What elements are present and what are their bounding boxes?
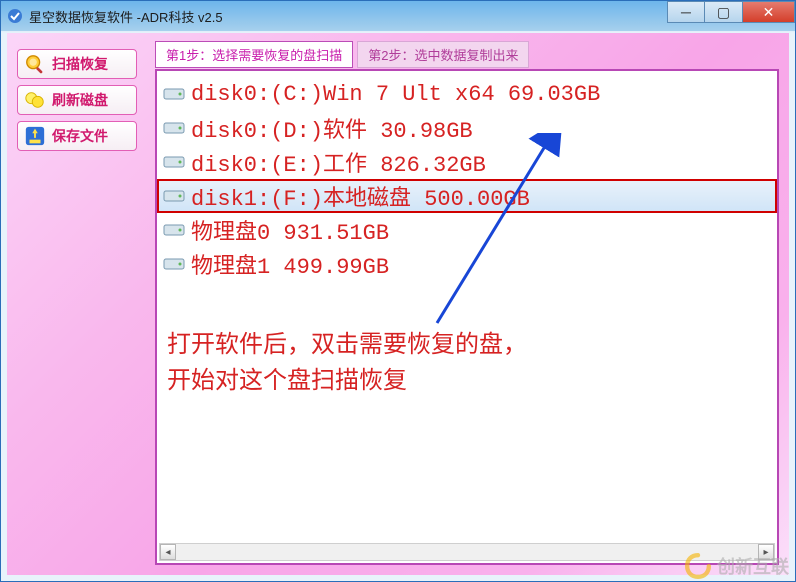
hdd-icon [163,256,185,272]
scroll-right-button[interactable]: ▸ [758,544,774,560]
main-panel: disk0:(C:)Win 7 Ult x64 69.03GB disk0:(D:… [155,69,779,565]
tabs: 第1步：选择需要恢复的盘扫描 第2步：选中数据复制出来 [155,41,529,68]
drive-text: disk0:(E:)工作 826.32GB [191,146,486,178]
instruction-line: 开始对这个盘扫描恢复 [167,363,527,399]
app-icon [7,8,23,24]
client-area: 扫描恢复 刷新磁盘 保存文件 第1步：选择需要恢复的盘扫描 [7,33,789,575]
tab-step2[interactable]: 第2步：选中数据复制出来 [357,41,529,68]
hdd-icon [163,222,185,238]
magnifier-icon [24,53,46,75]
hdd-icon [163,188,185,204]
drive-row[interactable]: disk0:(E:)工作 826.32GB [157,145,777,179]
drive-row[interactable]: 物理盘1 499.99GB [157,247,777,281]
sidebar: 扫描恢复 刷新磁盘 保存文件 [13,43,143,157]
sidebar-item-label: 刷新磁盘 [52,90,108,110]
drive-row[interactable]: disk0:(C:)Win 7 Ult x64 69.03GB [157,77,777,111]
hdd-icon [163,154,185,170]
drive-row[interactable]: 物理盘0 931.51GB [157,213,777,247]
window-title: 星空数据恢复软件 -ADR科技 v2.5 [29,7,223,26]
tab-label: 第1步：选择需要恢复的盘扫描 [166,48,342,63]
drive-row[interactable]: disk0:(D:)软件 30.98GB [157,111,777,145]
tab-label: 第2步：选中数据复制出来 [368,48,518,63]
drive-text: disk1:(F:)本地磁盘 500.00GB [191,180,530,212]
instruction-text: 打开软件后，双击需要恢复的盘， 开始对这个盘扫描恢复 [167,327,527,399]
app-window: 星空数据恢复软件 -ADR科技 v2.5 ─ ▢ ✕ 扫描恢复 [0,0,796,582]
hdd-icon [163,86,185,102]
save-icon [24,125,46,147]
refresh-icon [24,89,46,111]
drive-list: disk0:(C:)Win 7 Ult x64 69.03GB disk0:(D:… [157,71,777,287]
drive-text: 物理盘0 931.51GB [191,214,389,246]
window-controls: ─ ▢ ✕ [667,1,795,23]
sidebar-item-label: 保存文件 [52,126,108,146]
horizontal-scrollbar[interactable]: ◂ ▸ [159,543,775,561]
scroll-left-button[interactable]: ◂ [160,544,176,560]
drive-row[interactable]: disk1:(F:)本地磁盘 500.00GB [157,179,777,213]
instruction-line: 打开软件后，双击需要恢复的盘， [167,327,527,363]
scan-recover-button[interactable]: 扫描恢复 [17,49,137,79]
drive-text: 物理盘1 499.99GB [191,248,389,280]
titlebar: 星空数据恢复软件 -ADR科技 v2.5 ─ ▢ ✕ [1,1,795,31]
sidebar-item-label: 扫描恢复 [52,54,108,74]
drive-text: disk0:(C:)Win 7 Ult x64 69.03GB [191,82,600,107]
drive-text: disk0:(D:)软件 30.98GB [191,112,473,144]
hdd-icon [163,120,185,136]
maximize-button[interactable]: ▢ [705,1,743,23]
save-file-button[interactable]: 保存文件 [17,121,137,151]
refresh-disk-button[interactable]: 刷新磁盘 [17,85,137,115]
minimize-button[interactable]: ─ [667,1,705,23]
tab-step1[interactable]: 第1步：选择需要恢复的盘扫描 [155,41,353,68]
close-button[interactable]: ✕ [743,1,795,23]
